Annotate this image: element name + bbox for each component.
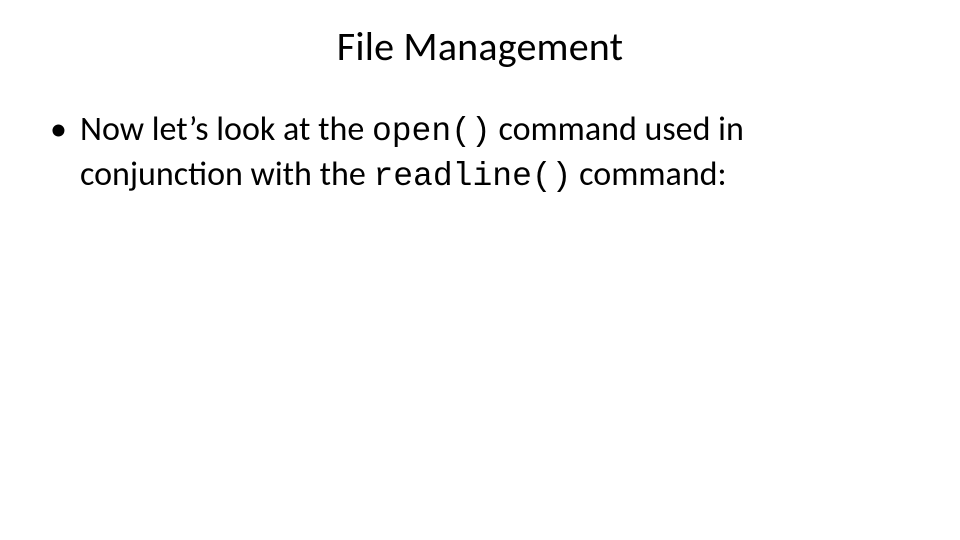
code-open: open() bbox=[372, 113, 491, 150]
bullet-dot: • bbox=[50, 108, 67, 152]
slide-body: • Now let’s look at the open() command u… bbox=[48, 108, 912, 198]
slide: File Management • Now let’s look at the … bbox=[0, 0, 960, 540]
slide-title: File Management bbox=[0, 22, 960, 71]
bullet-item: • Now let’s look at the open() command u… bbox=[48, 108, 912, 198]
bullet-text-post: command: bbox=[572, 154, 727, 195]
bullet-text-pre: Now let’s look at the bbox=[80, 109, 372, 150]
code-readline: readline() bbox=[373, 158, 571, 195]
